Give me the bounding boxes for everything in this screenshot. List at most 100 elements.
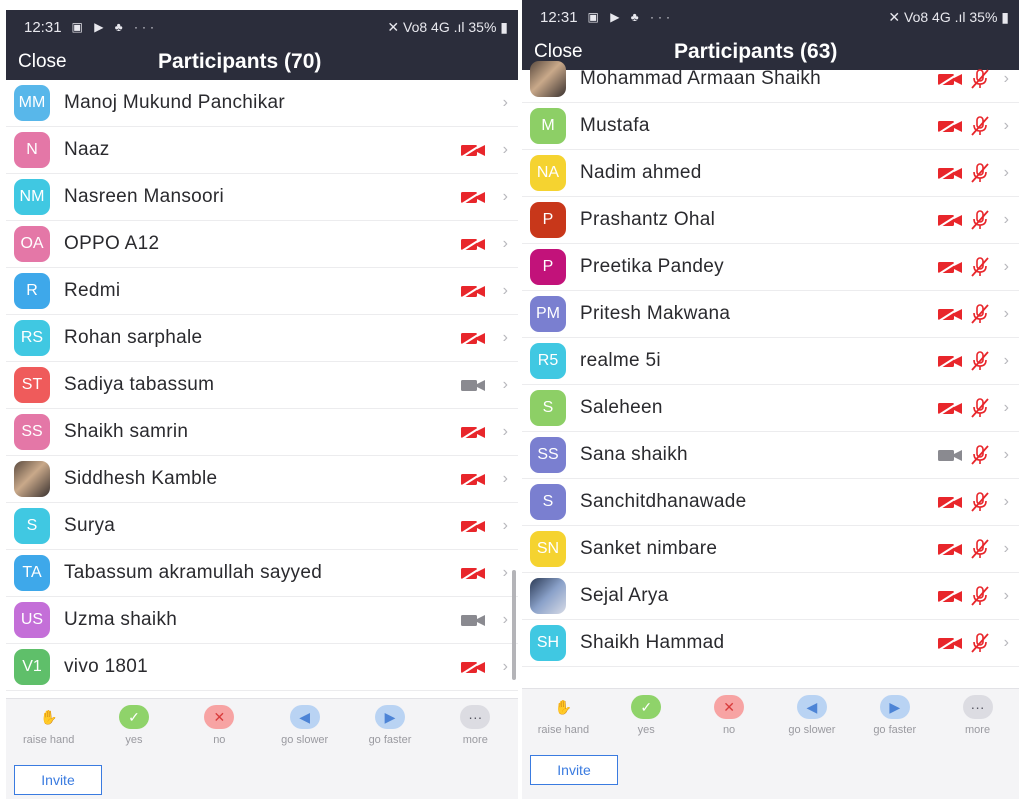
participant-row[interactable]: Mohammad Armaan Shaikh ›	[522, 56, 1019, 103]
participant-name: Naaz	[64, 139, 110, 160]
header: 12:31 ▣ ▶ ♣ ··· ✕ Vo8 4G .ıl 35% ▮ Close…	[6, 10, 518, 80]
page-title: Participants (70)	[158, 50, 322, 73]
reaction-label: go slower	[788, 724, 836, 736]
reaction-label: no	[722, 724, 736, 736]
participant-name: vivo 1801	[64, 656, 149, 677]
avatar: US	[14, 602, 50, 638]
avatar: R5	[530, 343, 566, 379]
video-off-icon	[458, 518, 488, 534]
mic-muted-icon	[969, 491, 991, 513]
participant-row[interactable]: N Naaz ›	[6, 127, 518, 174]
reaction-go-faster[interactable]: ▶ go faster	[350, 705, 430, 759]
participant-row[interactable]: S Sanchitdhanawade ›	[522, 479, 1019, 526]
participant-row[interactable]: NM Nasreen Mansoori ›	[6, 174, 518, 221]
participant-name: Sadiya tabassum	[64, 374, 215, 395]
invite-button[interactable]: Invite	[530, 755, 618, 785]
participant-row[interactable]: P Prashantz Ohal ›	[522, 197, 1019, 244]
reaction-toolbar: ✋ raise hand ✓ yes ✕ no ◀ go slower ▶ go faster ··…	[522, 688, 1019, 799]
chevron-right-icon: ›	[502, 611, 508, 628]
reaction-no[interactable]: ✕ no	[689, 695, 769, 749]
participant-row[interactable]: RS Rohan sarphale ›	[6, 315, 518, 362]
video-off-icon	[458, 142, 488, 158]
invite-button[interactable]: Invite	[14, 765, 102, 795]
go-faster-icon: ▶	[374, 705, 405, 729]
participant-list: MM Manoj Mukund Panchikar › N Naaz › NM Nasreen…	[6, 80, 518, 691]
reaction-yes[interactable]: ✓ yes	[94, 705, 174, 759]
go-slower-icon: ◀	[796, 695, 827, 719]
participant-name: OPPO A12	[64, 233, 160, 254]
participant-row[interactable]: US Uzma shaikh ›	[6, 597, 518, 644]
yes-icon: ✓	[118, 705, 149, 729]
participant-row[interactable]: NA Nadim ahmed ›	[522, 150, 1019, 197]
go-slower-icon: ◀	[289, 705, 320, 729]
participant-row[interactable]: S Surya ›	[6, 503, 518, 550]
reaction-label: raise hand	[22, 734, 75, 746]
video-off-icon	[935, 494, 965, 510]
participant-name: Siddhesh Kamble	[64, 468, 218, 489]
scrollbar[interactable]	[512, 570, 516, 680]
avatar: SH	[530, 625, 566, 661]
participant-row[interactable]: P Preetika Pandey ›	[522, 244, 1019, 291]
chevron-right-icon: ›	[502, 329, 508, 346]
reaction-go-slower[interactable]: ◀ go slower	[265, 705, 345, 759]
participant-name: realme 5i	[580, 350, 661, 371]
reaction-label: no	[213, 734, 226, 746]
status-time: 12:31	[24, 18, 62, 36]
participant-name: Mustafa	[580, 115, 650, 136]
avatar: S	[530, 484, 566, 520]
reaction-raise-hand[interactable]: ✋ raise hand	[523, 695, 603, 749]
participant-row[interactable]: OA OPPO A12 ›	[6, 221, 518, 268]
avatar: TA	[14, 555, 50, 591]
status-time: 12:31	[540, 8, 578, 26]
go-faster-icon: ▶	[879, 695, 910, 719]
chevron-right-icon: ›	[1003, 540, 1009, 557]
avatar: ST	[14, 367, 50, 403]
reaction-more[interactable]: ··· more	[435, 705, 515, 759]
video-off-icon	[458, 471, 488, 487]
participant-row[interactable]: ST Sadiya tabassum ›	[6, 362, 518, 409]
chevron-right-icon: ›	[1003, 305, 1009, 322]
participant-row[interactable]: TA Tabassum akramullah sayyed ›	[6, 550, 518, 597]
reaction-toolbar: ✋ raise hand ✓ yes ✕ no ◀ go slower ▶ go faster ··…	[6, 698, 518, 799]
reaction-go-faster[interactable]: ▶ go faster	[855, 695, 935, 749]
status-bar: 12:31 ▣ ▶ ♣ ··· ✕ Vo8 4G .ıl 35% ▮	[522, 0, 1019, 34]
participant-row[interactable]: R5 realme 5i ›	[522, 338, 1019, 385]
reaction-go-slower[interactable]: ◀ go slower	[772, 695, 852, 749]
participant-name: Sejal Arya	[580, 585, 669, 606]
participants-screen-left: 12:31 ▣ ▶ ♣ ··· ✕ Vo8 4G .ıl 35% ▮ Close…	[6, 10, 518, 799]
participant-row[interactable]: MM Manoj Mukund Panchikar ›	[6, 80, 518, 127]
reaction-no[interactable]: ✕ no	[179, 705, 259, 759]
participant-row[interactable]: PM Pritesh Makwana ›	[522, 291, 1019, 338]
participant-row[interactable]: SN Sanket nimbare ›	[522, 526, 1019, 573]
participant-row[interactable]: Sejal Arya ›	[522, 573, 1019, 620]
participant-row[interactable]: SS Sana shaikh ›	[522, 432, 1019, 479]
participant-row[interactable]: S Saleheen ›	[522, 385, 1019, 432]
reaction-label: more	[462, 734, 488, 746]
participant-row[interactable]: V1 vivo 1801 ›	[6, 644, 518, 691]
avatar: P	[530, 249, 566, 285]
nav-bar: Close Participants (70)	[6, 44, 518, 80]
participant-row[interactable]: SH Shaikh Hammad ›	[522, 620, 1019, 667]
chevron-right-icon: ›	[1003, 446, 1009, 463]
video-off-icon	[458, 189, 488, 205]
participant-row[interactable]: SS Shaikh samrin ›	[6, 409, 518, 456]
status-right: ✕ Vo8 4G .ıl 35% ▮	[888, 8, 1009, 25]
participant-name: Saleheen	[580, 397, 663, 418]
participant-row[interactable]: R Redmi ›	[6, 268, 518, 315]
chevron-right-icon: ›	[1003, 117, 1009, 134]
participant-row[interactable]: M Mustafa ›	[522, 103, 1019, 150]
close-button[interactable]: Close	[18, 51, 158, 73]
reaction-more[interactable]: ··· more	[938, 695, 1018, 749]
participant-name: Sana shaikh	[580, 444, 688, 465]
chevron-right-icon: ›	[502, 658, 508, 675]
avatar	[530, 61, 566, 97]
reaction-yes[interactable]: ✓ yes	[606, 695, 686, 749]
reaction-raise-hand[interactable]: ✋ raise hand	[9, 705, 89, 759]
avatar: P	[530, 202, 566, 238]
mic-muted-icon	[969, 162, 991, 184]
participant-row[interactable]: Siddhesh Kamble ›	[6, 456, 518, 503]
avatar: SS	[530, 437, 566, 473]
reaction-label: yes	[637, 724, 655, 736]
participant-name: Shaikh Hammad	[580, 632, 725, 653]
avatar: S	[530, 390, 566, 426]
